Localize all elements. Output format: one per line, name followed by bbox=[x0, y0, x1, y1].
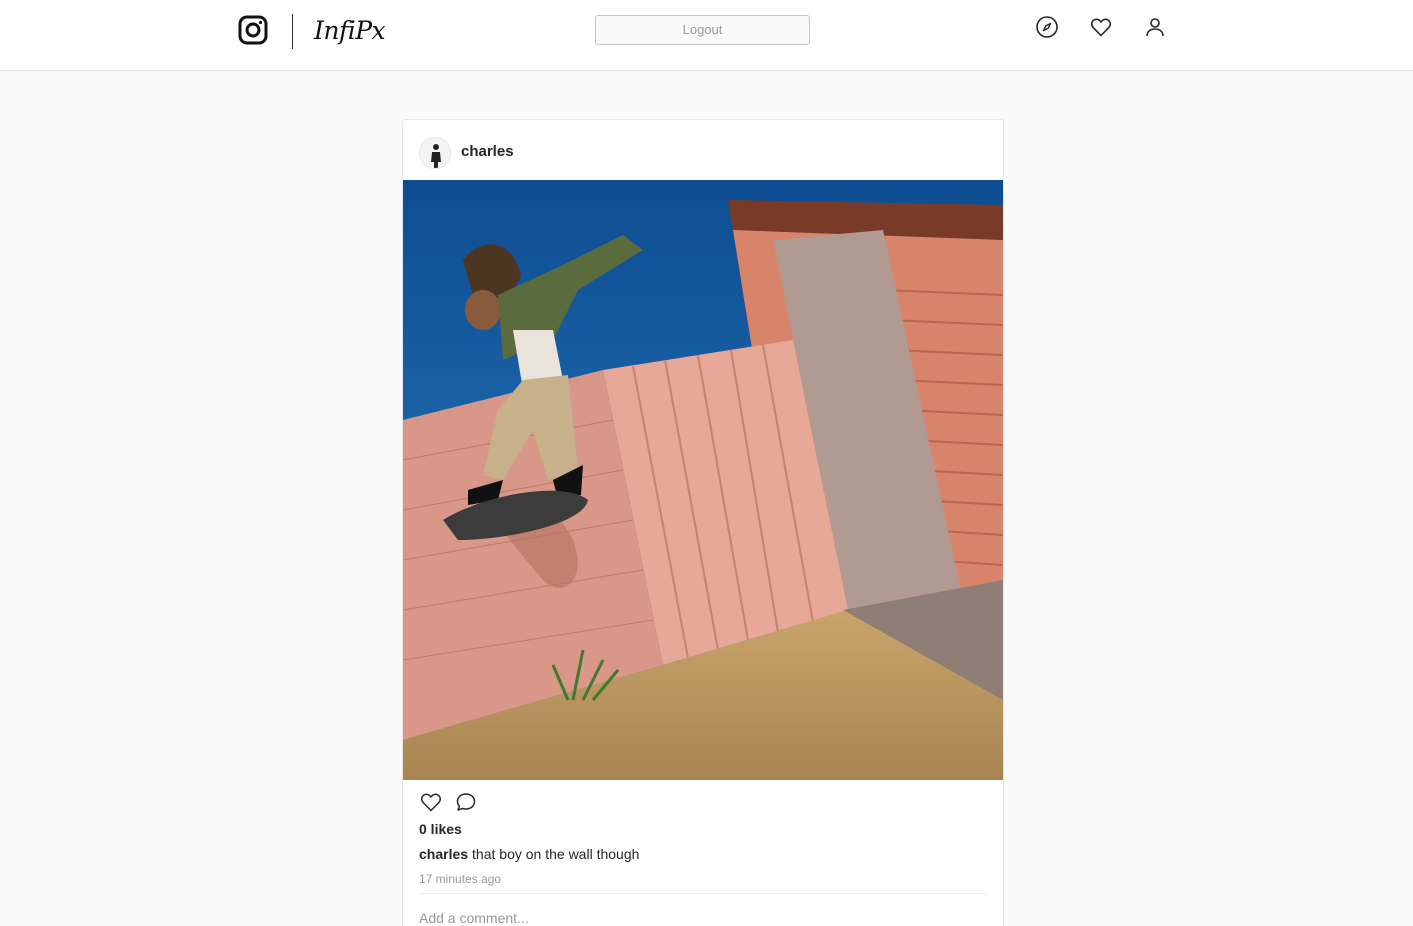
post-photo[interactable] bbox=[403, 180, 1003, 780]
avatar-figure-icon bbox=[420, 138, 450, 168]
post-card: charles 0 likes charles that boy on the … bbox=[402, 119, 1004, 926]
divider bbox=[419, 893, 987, 894]
likes-count[interactable]: 0 likes bbox=[419, 821, 462, 837]
caption-text: that boy on the wall though bbox=[472, 846, 640, 862]
logout-button[interactable]: Logout bbox=[595, 15, 810, 45]
brand-divider bbox=[292, 14, 293, 49]
like-heart-icon[interactable] bbox=[419, 790, 443, 814]
comment-input[interactable] bbox=[419, 906, 987, 926]
profile-icon[interactable] bbox=[1143, 15, 1167, 39]
comment-bubble-icon[interactable] bbox=[454, 790, 478, 814]
top-navbar: InfiPx Logout bbox=[0, 0, 1413, 71]
post-caption: charles that boy on the wall though bbox=[419, 846, 639, 862]
compass-icon[interactable] bbox=[1035, 15, 1059, 39]
post-timestamp: 17 minutes ago bbox=[419, 872, 502, 886]
avatar[interactable] bbox=[419, 137, 451, 169]
heart-icon[interactable] bbox=[1089, 15, 1113, 39]
caption-username[interactable]: charles bbox=[419, 846, 468, 862]
brand-wordmark[interactable]: InfiPx bbox=[314, 12, 386, 50]
camera-logo-icon[interactable] bbox=[238, 15, 268, 45]
post-header: charles bbox=[403, 120, 1003, 180]
post-username[interactable]: charles bbox=[461, 143, 514, 160]
skateboarder-photo-icon bbox=[403, 180, 1003, 780]
